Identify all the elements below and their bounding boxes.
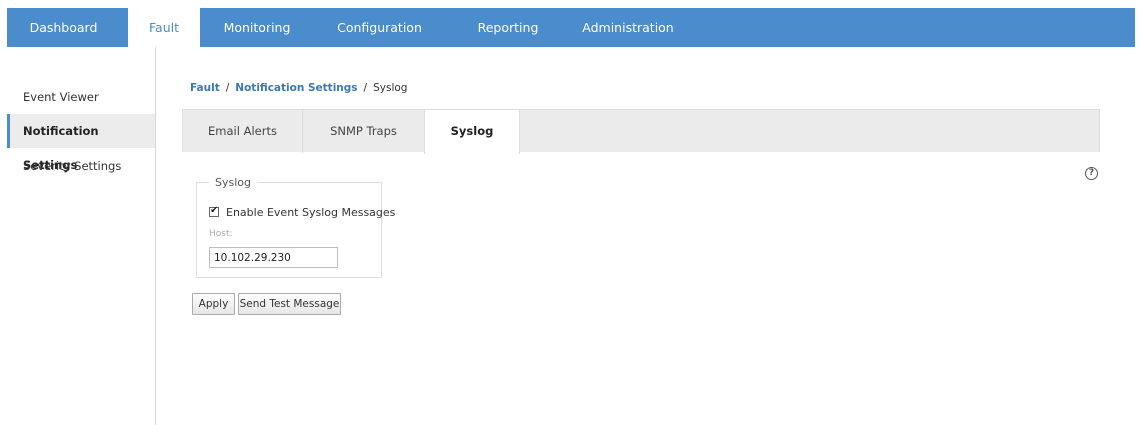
- tab-email-alerts[interactable]: Email Alerts: [183, 110, 303, 153]
- nav-dashboard[interactable]: Dashboard: [7, 8, 120, 47]
- tab-snmp-traps[interactable]: SNMP Traps: [303, 110, 424, 153]
- nav-configuration[interactable]: Configuration: [327, 8, 432, 47]
- nav-fault[interactable]: Fault: [128, 8, 200, 47]
- help-icon[interactable]: ?: [1085, 167, 1098, 180]
- sidebar: Event Viewer Notification Settings Sever…: [7, 47, 156, 425]
- send-test-message-button[interactable]: Send Test Message: [238, 293, 341, 315]
- nav-monitoring[interactable]: Monitoring: [212, 8, 302, 47]
- breadcrumb-separator: /: [363, 82, 368, 94]
- sidebar-item-notification-settings[interactable]: Notification Settings: [7, 114, 155, 172]
- breadcrumb-notification-settings-link[interactable]: Notification Settings: [235, 82, 357, 94]
- sidebar-item-event-viewer[interactable]: Event Viewer: [7, 80, 155, 114]
- fieldset-legend: Syslog: [209, 176, 257, 189]
- tab-syslog[interactable]: Syslog: [424, 110, 520, 154]
- enable-syslog-label[interactable]: Enable Event Syslog Messages: [226, 206, 395, 219]
- checkmark-icon: ✔: [210, 205, 219, 216]
- enable-syslog-checkbox[interactable]: ✔: [209, 205, 219, 217]
- breadcrumb-fault-link[interactable]: Fault: [190, 82, 220, 94]
- apply-button[interactable]: Apply: [192, 293, 235, 315]
- sidebar-item-severity-settings[interactable]: Severity Settings: [7, 149, 155, 183]
- enable-syslog-row: ✔ Enable Event Syslog Messages: [209, 205, 395, 219]
- host-input[interactable]: [209, 247, 338, 268]
- breadcrumb-separator: /: [225, 82, 230, 94]
- tab-bar: Email Alerts SNMP Traps Syslog: [182, 109, 1100, 154]
- syslog-fieldset: Syslog ✔ Enable Event Syslog Messages Ho…: [196, 176, 395, 278]
- host-label: Host:: [209, 229, 233, 239]
- nav-administration[interactable]: Administration: [575, 8, 681, 47]
- breadcrumb: Fault / Notification Settings / Syslog: [190, 82, 407, 94]
- nav-reporting[interactable]: Reporting: [469, 8, 547, 47]
- top-navigation-bar: Dashboard Fault Monitoring Configuration…: [7, 8, 1135, 47]
- breadcrumb-current: Syslog: [373, 82, 408, 94]
